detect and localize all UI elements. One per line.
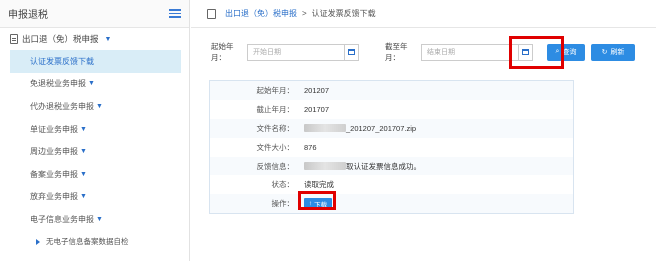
row-label: 起始年月： (256, 85, 295, 95)
sidebar-header: 申报退税 (0, 0, 189, 28)
start-calendar-button[interactable] (345, 43, 359, 61)
end-month-input[interactable]: 结束日期 (421, 43, 519, 61)
caret-down-icon: ▼ (80, 148, 87, 156)
sidebar-item-e-info[interactable]: 电子信息业务申报 ▼ (0, 208, 189, 231)
row-label: 操作： (271, 199, 295, 209)
breadcrumb-parent-link[interactable]: 出口退（免）税申报 (225, 8, 297, 19)
breadcrumb-current: 认证发票反馈下载 (311, 9, 376, 18)
sidebar-item-peripheral[interactable]: 周边业务申报 ▼ (0, 140, 189, 163)
redacted-block (304, 124, 346, 133)
breadcrumb: 出口退（免）税申报 > 认证发票反馈下载 (191, 0, 656, 28)
sidebar-item-abandon[interactable]: 放弃业务申报 ▼ (0, 186, 189, 209)
detail-row: 文件名称： _201207_201707.zip (210, 118, 573, 138)
start-month-label: 起始年月： (211, 42, 234, 62)
calendar-icon (348, 49, 355, 55)
sidebar-item-label: 代办退税业务申报 (30, 101, 94, 111)
sidebar-item-filing[interactable]: 备案业务申报 ▼ (0, 163, 189, 186)
sidebar-item-label: 备案业务申报 (30, 169, 78, 179)
caret-down-icon: ▼ (80, 170, 87, 178)
sidebar: 申报退税 出口退（免）税申报 ▼ 认证发票反馈下载 免退税业务申报 ▼ 代办退税业… (0, 0, 190, 261)
row-value: 201207 (304, 85, 330, 95)
sidebar-item-exempt-refund[interactable]: 免退税业务申报 ▼ (0, 73, 189, 96)
detail-row-action: 操作： ↑ 下载 (210, 194, 573, 214)
main-content: 出口退（免）税申报 > 认证发票反馈下载 起始年月： 开始日期 截至年月： 结束… (191, 0, 656, 261)
detail-row: 反馈信息： 取认证发票信息成功。 (210, 156, 573, 176)
sidebar-item-label: 放弃业务申报 (30, 192, 78, 202)
row-value: 201707 (304, 104, 330, 114)
row-label: 反馈信息： (256, 161, 295, 171)
caret-down-icon: ▼ (80, 193, 87, 201)
end-month-label: 截至年月： (385, 42, 408, 62)
download-highlight-box (298, 191, 336, 210)
sidebar-subitem-self-check[interactable]: 无电子信息备案数据自检 (0, 231, 189, 253)
refresh-button-label: 刷新 (610, 49, 625, 56)
sidebar-subitem-label: 无电子信息备案数据自检 (46, 237, 129, 247)
refresh-icon: ↻ (601, 49, 608, 56)
sidebar-item-label: 单证业务申报 (30, 124, 78, 134)
sidebar-item-agent-refund[interactable]: 代办退税业务申报 ▼ (0, 95, 189, 118)
row-value: 读取完成 (304, 180, 334, 190)
feedback-text: 取认证发票信息成功。 (346, 161, 421, 171)
detail-row: 状态： 读取完成 (210, 175, 573, 194)
sidebar-item-label: 免退税业务申报 (30, 79, 86, 89)
row-value: _201207_201707.zip (302, 124, 416, 133)
refresh-button[interactable]: ↻ 刷新 (591, 43, 635, 61)
detail-panel: 起始年月： 201207 截止年月： 201707 文件名称： _201207_… (209, 80, 574, 215)
sidebar-item-cert-invoice-download[interactable]: 认证发票反馈下载 (10, 50, 181, 73)
menu-toggle-icon[interactable] (169, 8, 181, 20)
triangle-right-icon (36, 238, 40, 245)
sidebar-item-document[interactable]: 单证业务申报 ▼ (0, 118, 189, 141)
row-label: 状态： (271, 180, 295, 190)
row-value: 取认证发票信息成功。 (302, 161, 421, 172)
detail-row: 文件大小： 876 (210, 138, 573, 157)
row-label: 文件名称： (256, 123, 295, 133)
sidebar-item-label: 认证发票反馈下载 (30, 56, 94, 66)
query-button-label: 查询 (562, 49, 577, 56)
sidebar-title: 申报退税 (8, 10, 48, 21)
start-month-input[interactable]: 开始日期 (247, 43, 345, 61)
caret-down-icon: ▼ (96, 102, 103, 110)
sidebar-item-label: 周边业务申报 (30, 147, 78, 157)
file-name-text: _201207_201707.zip (346, 123, 417, 133)
row-label: 文件大小： (256, 142, 295, 152)
sidebar-section-label: 出口退（免）税申报 (22, 34, 99, 44)
filter-bar: 起始年月： 开始日期 截至年月： 结束日期 ⌕ 查询 ↻ 刷新 (211, 40, 656, 64)
breadcrumb-separator: > (302, 9, 307, 18)
row-value: 876 (304, 142, 317, 152)
caret-down-icon: ▼ (104, 35, 112, 43)
detail-row: 起始年月： 201207 (210, 81, 573, 100)
caret-down-icon: ▼ (96, 215, 103, 223)
document-icon (10, 34, 18, 44)
page-icon (207, 8, 216, 19)
redacted-block (304, 162, 346, 170)
caret-down-icon: ▼ (88, 80, 95, 88)
row-label: 截止年月： (256, 104, 295, 114)
sidebar-item-label: 电子信息业务申报 (30, 214, 94, 224)
detail-row: 截止年月： 201707 (210, 100, 573, 119)
sidebar-section-export-tax[interactable]: 出口退（免）税申报 ▼ (0, 28, 189, 50)
caret-down-icon: ▼ (80, 125, 87, 133)
query-highlight-box (509, 36, 564, 69)
